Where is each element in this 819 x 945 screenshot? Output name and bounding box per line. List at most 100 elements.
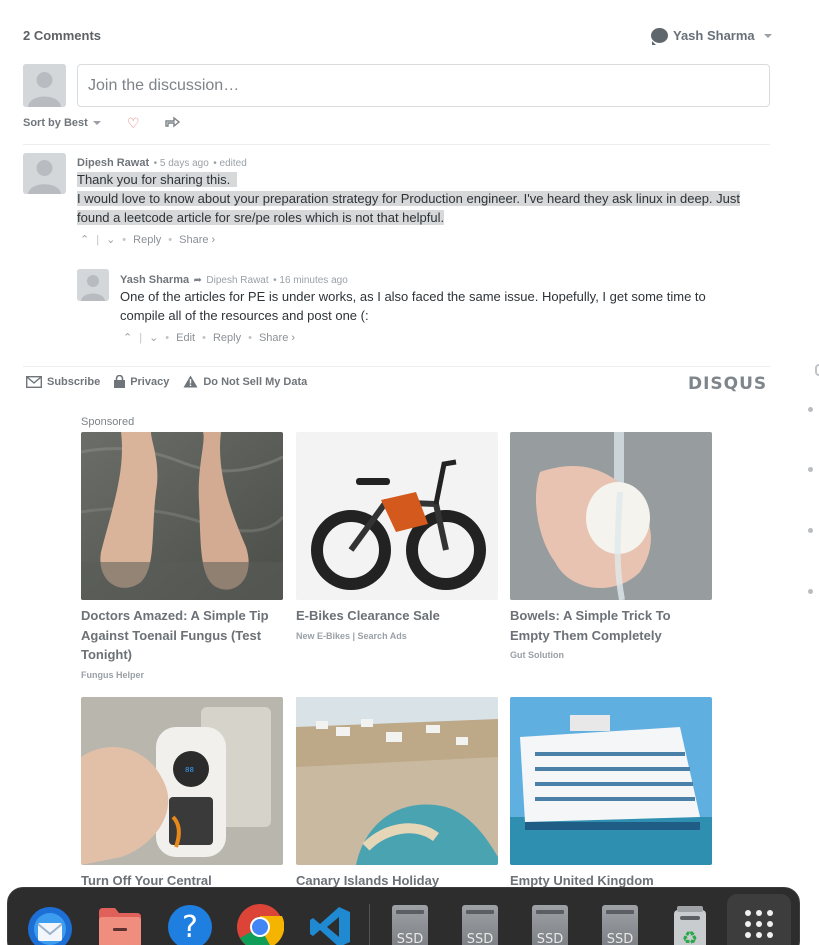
files-app[interactable]: [95, 902, 145, 945]
comment-author[interactable]: Yash Sharma: [120, 274, 189, 286]
avatar: [23, 64, 66, 107]
ad-title[interactable]: E-Bikes Clearance Sale: [296, 606, 498, 626]
carousel-dot[interactable]: [808, 528, 813, 533]
carousel-dot[interactable]: [808, 407, 813, 412]
trash-app[interactable]: ♻: [665, 902, 715, 945]
lock-icon: [114, 375, 126, 388]
folder-icon: [99, 908, 141, 945]
avatar: [77, 269, 109, 301]
share-button[interactable]: Share ›: [259, 332, 295, 344]
user-name: Yash Sharma: [673, 28, 755, 43]
sponsored-label: Sponsored: [81, 416, 135, 428]
do-not-sell-link[interactable]: Do Not Sell My Data: [183, 375, 307, 388]
ssd-drive[interactable]: SSD: [595, 902, 645, 945]
chevron-down-icon: [92, 121, 101, 125]
comment-actions: ⌃ | ⌄ • Reply • Share ›: [80, 233, 216, 247]
ad-image-canary-islands[interactable]: [296, 697, 498, 865]
downvote-icon[interactable]: ⌄: [106, 233, 115, 246]
mail-app-icon: [28, 907, 72, 945]
dock-separator: [369, 904, 370, 945]
sort-dropdown[interactable]: Sort by Best: [23, 117, 101, 129]
disqus-logo[interactable]: DISQUS: [688, 374, 767, 394]
share-button[interactable]: Share ›: [179, 234, 215, 246]
edit-button[interactable]: Edit: [176, 332, 195, 344]
divider: [23, 144, 770, 145]
taskbar-dock: ? SSD SSD SSD SSD ♻: [7, 887, 800, 945]
chrome-app[interactable]: [235, 902, 285, 945]
comment-text: One of the articles for PE is under work…: [120, 289, 706, 304]
ad-image-soap[interactable]: [510, 432, 712, 600]
vscode-app[interactable]: [305, 902, 355, 945]
upvote-icon[interactable]: ⌃: [80, 233, 89, 246]
ad-card[interactable]: Doctors Amazed: A Simple Tip Against Toe…: [81, 432, 283, 680]
ad-image-cruise[interactable]: [510, 697, 712, 865]
ad-image-feet[interactable]: [81, 432, 283, 600]
reply-arrow-icon: ➦: [193, 275, 202, 286]
chrome-icon: [237, 904, 284, 945]
ad-source[interactable]: Gut Solution: [510, 650, 712, 660]
app-grid-icon: [745, 910, 773, 938]
ssd-drive[interactable]: SSD: [385, 902, 435, 945]
trash-icon: ♻: [674, 906, 706, 945]
show-apps-button[interactable]: [727, 894, 791, 945]
footer-links: Subscribe Privacy Do Not Sell My Data: [26, 375, 307, 388]
share-icon[interactable]: [164, 114, 181, 133]
ad-image-heater[interactable]: 88: [81, 697, 283, 865]
comment-text: compile all of the resources and post on…: [120, 308, 369, 323]
svg-text:♻: ♻: [682, 928, 698, 945]
ad-card[interactable]: 88 Turn Off Your Central: [81, 697, 283, 891]
join-discussion-input[interactable]: [77, 64, 770, 107]
ad-source[interactable]: Fungus Helper: [81, 670, 283, 680]
comment-time[interactable]: 16 minutes ago: [279, 275, 347, 286]
thunderbird-app[interactable]: [25, 902, 75, 945]
downvote-icon[interactable]: ⌄: [149, 331, 158, 344]
reply-button[interactable]: Reply: [133, 234, 161, 246]
comment-author[interactable]: Dipesh Rawat: [77, 157, 149, 169]
envelope-icon: [26, 375, 42, 388]
ad-source[interactable]: New E-Bikes | Search Ads: [296, 631, 498, 641]
sort-label: Sort by Best: [23, 117, 88, 129]
comment-actions: ⌃ | ⌄ • Edit • Reply • Share ›: [123, 331, 296, 345]
scroll-indicator[interactable]: [815, 364, 819, 376]
edited-label: edited: [219, 158, 247, 169]
reply-button[interactable]: Reply: [213, 332, 241, 344]
comments-count: 2 Comments: [23, 28, 102, 43]
help-icon: ?: [168, 905, 212, 945]
divider: [23, 366, 770, 367]
vscode-icon: [310, 907, 350, 945]
ad-title[interactable]: Bowels: A Simple Trick To Empty Them Com…: [510, 606, 712, 645]
heart-icon[interactable]: ♡: [127, 115, 140, 132]
ad-image-ebike[interactable]: [296, 432, 498, 600]
user-bubble-icon: [651, 28, 668, 45]
ad-card[interactable]: Canary Islands Holiday: [296, 697, 498, 891]
do-not-sell-label: Do Not Sell My Data: [203, 375, 308, 388]
carousel-dot[interactable]: [808, 467, 813, 472]
help-app[interactable]: ?: [165, 902, 215, 945]
avatar: [23, 153, 66, 194]
ad-title[interactable]: Doctors Amazed: A Simple Tip Against Toe…: [81, 606, 283, 665]
comment-meta: Yash Sharma ➦ Dipesh Rawat • 16 minutes …: [120, 274, 348, 286]
comment-body: One of the articles for PE is under work…: [120, 287, 770, 325]
comment-text: Thank you for sharing this.: [77, 172, 231, 187]
reply-to-author[interactable]: Dipesh Rawat: [206, 275, 268, 286]
drive-icon: SSD: [392, 905, 428, 945]
comment-meta: Dipesh Rawat • 5 days ago • edited: [77, 157, 247, 169]
ad-card[interactable]: Bowels: A Simple Trick To Empty Them Com…: [510, 432, 712, 660]
user-menu[interactable]: Yash Sharma: [651, 28, 772, 45]
warning-icon: [183, 375, 198, 388]
comment-time[interactable]: 5 days ago: [160, 158, 209, 169]
ad-card[interactable]: E-Bikes Clearance Sale New E-Bikes | Sea…: [296, 432, 498, 641]
ssd-drive[interactable]: SSD: [525, 902, 575, 945]
chevron-down-icon: [763, 33, 772, 38]
subscribe-link[interactable]: Subscribe: [26, 375, 100, 388]
drive-icon: SSD: [462, 905, 498, 945]
comment-body: Thank you for sharing this. I would love…: [77, 170, 772, 227]
carousel-dot[interactable]: [808, 589, 813, 594]
ssd-drive[interactable]: SSD: [455, 902, 505, 945]
comment-text: found a leetcode article for sre/pe role…: [77, 210, 445, 225]
ad-card[interactable]: Empty United Kingdom: [510, 697, 712, 891]
privacy-link[interactable]: Privacy: [114, 375, 169, 388]
svg-text:?: ?: [182, 910, 198, 945]
upvote-icon[interactable]: ⌃: [123, 331, 132, 344]
comment-text: I would love to know about your preparat…: [77, 191, 740, 206]
